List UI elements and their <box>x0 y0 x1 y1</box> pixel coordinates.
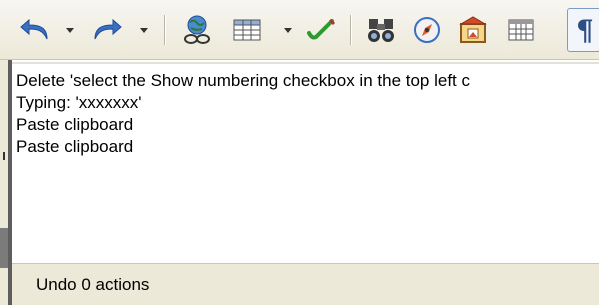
undo-action-list: Delete 'select the Show numbering checkb… <box>12 64 599 158</box>
formatting-marks-button[interactable]: ¶ <box>567 8 599 52</box>
undo-history-dropdown: Delete 'select the Show numbering checkb… <box>12 62 599 305</box>
navigator-icon <box>413 16 441 44</box>
undo-action-item[interactable]: Delete 'select the Show numbering checkb… <box>16 70 599 92</box>
undo-dropdown-arrow[interactable] <box>66 28 74 33</box>
data-sources-button[interactable] <box>502 12 540 48</box>
data-sources-icon <box>508 18 534 42</box>
draw-functions-icon <box>306 17 336 43</box>
hyperlink-button[interactable] <box>178 12 216 48</box>
standard-toolbar: ¶ <box>0 0 599 60</box>
undo-count-label: Undo 0 actions <box>36 274 150 294</box>
redo-button[interactable] <box>84 12 128 48</box>
undo-count-status: Undo 0 actions <box>12 263 599 305</box>
table-icon <box>233 18 261 42</box>
gallery-button[interactable] <box>454 12 492 48</box>
find-replace-icon <box>366 16 396 44</box>
undo-action-item[interactable]: Typing: 'xxxxxxx' <box>16 92 599 114</box>
gallery-icon <box>459 16 487 44</box>
undo-icon <box>19 17 53 43</box>
undo-action-item[interactable]: Paste clipboard <box>16 114 599 136</box>
toolbar-separator <box>350 15 352 45</box>
formatting-marks-icon: ¶ <box>576 13 594 47</box>
draw-functions-button[interactable] <box>302 12 340 48</box>
text-cursor-mark <box>3 152 5 160</box>
find-replace-button[interactable] <box>362 12 400 48</box>
document-edge-shade <box>0 228 8 268</box>
redo-icon <box>89 17 123 43</box>
toolbar-separator <box>164 15 166 45</box>
undo-action-item[interactable]: Paste clipboard <box>16 136 599 158</box>
navigator-button[interactable] <box>408 12 446 48</box>
table-button[interactable] <box>228 12 266 48</box>
redo-dropdown-arrow[interactable] <box>140 28 148 33</box>
hyperlink-icon <box>182 14 212 46</box>
undo-button[interactable] <box>14 12 58 48</box>
table-dropdown-arrow[interactable] <box>284 28 292 33</box>
